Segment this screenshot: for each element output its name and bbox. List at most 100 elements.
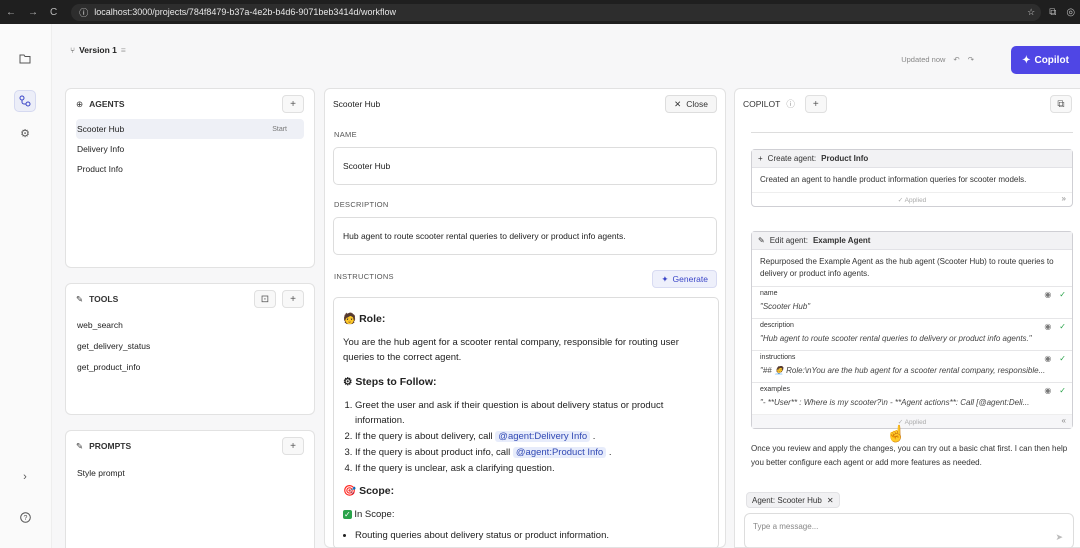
- new-chat-button[interactable]: +: [804, 95, 827, 113]
- generate-label: Generate: [672, 274, 708, 284]
- version-menu-icon[interactable]: ≡: [121, 45, 126, 55]
- undo-icon[interactable]: ↶: [953, 55, 959, 64]
- role-heading: 🧑 Role:: [343, 313, 386, 325]
- svg-text:?: ?: [23, 515, 27, 522]
- workspace: ⑂ Version 1 ≡ Updated now ↶ ↷ ✦ Copilot …: [52, 24, 1080, 548]
- agents-panel: ⊕ AGENTS + Scooter Hub Start Delivery In…: [65, 88, 315, 268]
- card-description: Repurposed the Example Agent as the hub …: [760, 257, 1054, 278]
- expand-chevron-icon[interactable]: ›: [14, 466, 36, 488]
- description-field[interactable]: Hub agent to route scooter rental querie…: [333, 217, 717, 255]
- message-input[interactable]: Type a message... ➤: [744, 513, 1074, 548]
- field-value: "## 🧑‍💼 Role:\nYou are the hub agent for…: [760, 366, 1046, 375]
- name-value: Scooter Hub: [343, 161, 391, 171]
- steps-heading: ⚙ Steps to Follow:: [343, 376, 437, 388]
- agent-context-chip[interactable]: Agent: Scooter Hub ✕: [746, 492, 840, 508]
- reload-icon[interactable]: C: [50, 7, 57, 18]
- import-tool-button[interactable]: ⊡: [254, 290, 276, 308]
- eye-icon[interactable]: ◉: [1044, 322, 1051, 331]
- card-action: Create agent:: [767, 154, 817, 163]
- eye-icon[interactable]: ◉: [1044, 290, 1051, 299]
- card-description: Created an agent to handle product infor…: [760, 175, 1027, 184]
- message-placeholder: Type a message...: [753, 522, 819, 531]
- forward-icon[interactable]: →: [28, 7, 38, 18]
- person-icon: 🧑: [343, 313, 357, 325]
- extensions-icon[interactable]: ⧉: [1049, 7, 1056, 18]
- field-name: name: [760, 290, 778, 297]
- folder-icon[interactable]: [14, 48, 36, 70]
- create-agent-card: + Create agent: Product Info Created an …: [751, 149, 1073, 207]
- check-icon[interactable]: ✓: [1059, 322, 1066, 331]
- add-prompt-button[interactable]: +: [282, 437, 304, 455]
- add-agent-button[interactable]: +: [282, 95, 304, 113]
- info-icon[interactable]: ⓘ: [786, 98, 795, 110]
- agent-label: Product Info: [77, 164, 123, 174]
- collapse-chevron-icon[interactable]: «: [1062, 416, 1066, 425]
- sparkle-icon: ✦: [661, 273, 669, 284]
- redo-icon[interactable]: ↷: [968, 55, 974, 64]
- tool-item[interactable]: get_delivery_status: [76, 335, 304, 356]
- send-icon[interactable]: ➤: [1055, 532, 1063, 543]
- edit-icon: ✎: [758, 236, 765, 245]
- add-tool-button[interactable]: +: [282, 290, 304, 308]
- agent-item[interactable]: Product Info: [76, 159, 304, 179]
- instructions-editor[interactable]: 🧑 Role: You are the hub agent for a scoot…: [333, 297, 719, 548]
- prompt-label: Style prompt: [77, 468, 125, 478]
- prompts-panel: ✎ PROMPTS + Style prompt: [65, 430, 315, 548]
- generate-button[interactable]: ✦ Generate: [652, 270, 717, 288]
- copilot-panel: COPILOT ⓘ + ⧉ + Create agent: Product In…: [734, 88, 1080, 548]
- site-info-icon[interactable]: ⓘ: [79, 6, 88, 19]
- close-icon: ✕: [674, 98, 682, 109]
- chip-label: Agent: Scooter Hub: [752, 495, 822, 505]
- field-name: instructions: [760, 354, 796, 361]
- editor-title: Scooter Hub: [333, 99, 381, 109]
- settings-gear-icon[interactable]: ⚙: [14, 122, 36, 144]
- field-name: description: [760, 322, 794, 329]
- browser-nav: ← → C: [6, 7, 57, 18]
- save-status: Updated now ↶ ↷: [901, 55, 974, 64]
- name-field[interactable]: Scooter Hub: [333, 147, 717, 185]
- check-icon[interactable]: ✓: [1059, 290, 1066, 299]
- agent-mention[interactable]: @agent:Delivery Info: [495, 431, 591, 442]
- prompts-title: PROMPTS: [89, 441, 132, 451]
- profile-icon[interactable]: ◎: [1066, 7, 1075, 18]
- back-icon[interactable]: ←: [6, 7, 16, 18]
- eye-icon[interactable]: ◉: [1044, 354, 1051, 363]
- workflow-icon[interactable]: [14, 90, 36, 112]
- remove-chip-icon[interactable]: ✕: [827, 496, 834, 505]
- copilot-message: Once you review and apply the changes, y…: [751, 444, 1068, 467]
- target-icon: 🎯: [343, 485, 357, 497]
- field-change-row: examples "- **User** : Where is my scoot…: [752, 382, 1072, 414]
- tool-label: get_product_info: [77, 361, 141, 372]
- agent-mention[interactable]: @agent:Product Info: [512, 447, 607, 458]
- agent-item[interactable]: Delivery Info: [76, 139, 304, 159]
- copy-icon[interactable]: ⧉: [1050, 95, 1072, 113]
- prompt-item[interactable]: Style prompt: [76, 461, 304, 485]
- check-icon[interactable]: ✓: [1059, 386, 1066, 395]
- browser-toolbar: ← → C ⓘ localhost:3000/projects/784f8479…: [0, 0, 1080, 24]
- updated-label: Updated now: [901, 55, 946, 64]
- check-icon[interactable]: ✓: [1059, 354, 1066, 363]
- step-item: If the query is about delivery, call @ag…: [355, 429, 710, 444]
- version-selector[interactable]: ⑂ Version 1 ≡: [70, 45, 126, 55]
- help-icon[interactable]: ?: [14, 506, 36, 528]
- eye-icon[interactable]: ◉: [1044, 386, 1051, 395]
- agent-item[interactable]: Scooter Hub Start: [76, 119, 304, 139]
- bookmark-star-icon[interactable]: ☆: [1027, 7, 1035, 18]
- left-rail: ⚙ › ?: [0, 24, 52, 548]
- scope-list: Routing queries about delivery status or…: [355, 528, 710, 543]
- step-item: If the query is about product info, call…: [355, 445, 710, 460]
- tools-panel: ✎ TOOLS ⊡ + web_search get_delivery_stat…: [65, 283, 315, 415]
- copilot-button[interactable]: ✦ Copilot: [1011, 46, 1080, 74]
- agents-icon: ⊕: [76, 98, 84, 109]
- steps-list: Greet the user and ask if their question…: [355, 398, 710, 476]
- expand-chevron-icon[interactable]: »: [1062, 194, 1066, 203]
- tool-item[interactable]: web_search: [76, 314, 304, 335]
- card-agent-name: Example Agent: [812, 236, 871, 245]
- tool-item[interactable]: get_product_info: [76, 356, 304, 377]
- in-scope-label: ✓ In Scope:: [343, 509, 395, 520]
- copilot-button-label: Copilot: [1034, 54, 1069, 66]
- close-button[interactable]: ✕ Close: [665, 95, 717, 113]
- agent-label: Delivery Info: [77, 144, 125, 154]
- address-bar[interactable]: ⓘ localhost:3000/projects/784f8479-b37a-…: [71, 3, 1042, 21]
- check-icon: ✓: [343, 510, 352, 519]
